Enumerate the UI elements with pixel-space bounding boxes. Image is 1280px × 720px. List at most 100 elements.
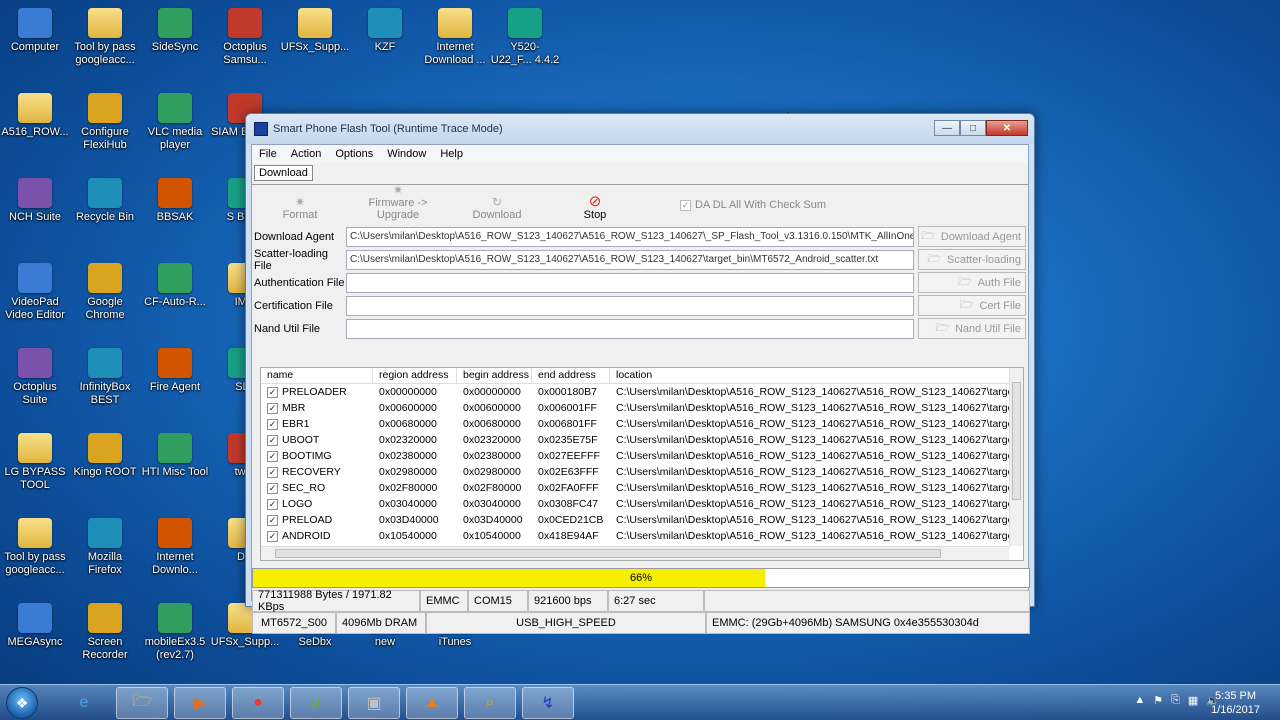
row-checkbox[interactable]: ✓ — [267, 386, 278, 398]
vertical-scrollbar[interactable] — [1009, 368, 1023, 546]
media-player-icon[interactable]: ▶ — [174, 687, 226, 719]
row-checkbox[interactable]: ✓ — [267, 466, 278, 478]
desktop-icon[interactable]: BBSAK — [140, 178, 210, 224]
desktop-icon[interactable]: LG BYPASS TOOL — [0, 433, 70, 492]
chrome-icon[interactable]: ● — [232, 687, 284, 719]
row-checkbox[interactable]: ✓ — [267, 482, 278, 494]
table-row[interactable]: ✓ RECOVERY 0x02980000 0x02980000 0x02E63FFF C… — [261, 464, 1023, 480]
table-row[interactable]: ✓ LOGO 0x03040000 0x03040000 0x0308FC47 C:\Us… — [261, 496, 1023, 512]
desktop-icon[interactable]: Recycle Bin — [70, 178, 140, 224]
file-path-field[interactable] — [346, 318, 914, 339]
tray-arrow-icon[interactable]: ▲ — [1134, 694, 1145, 707]
desktop-icon[interactable]: Internet Downlo... — [140, 518, 210, 577]
desktop-icon[interactable]: NCH Suite — [0, 178, 70, 224]
column-header[interactable]: location — [610, 368, 1010, 383]
desktop-icon[interactable]: VideoPad Video Editor — [0, 263, 70, 322]
desktop-icon[interactable]: UFSx_Supp... — [280, 8, 350, 54]
row-checkbox[interactable]: ✓ — [267, 514, 278, 526]
utorrent-icon[interactable]: µ — [290, 687, 342, 719]
column-header[interactable]: name — [261, 368, 373, 383]
desktop-icon[interactable]: CF-Auto-R... — [140, 263, 210, 309]
table-row[interactable]: ✓ UBOOT 0x02320000 0x02320000 0x0235E75F C:\U… — [261, 432, 1023, 448]
desktop-icon[interactable]: Internet Download ... — [420, 8, 490, 67]
desktop-icon[interactable]: SideSync — [140, 8, 210, 54]
desktop-icon[interactable]: Fire Agent — [140, 348, 210, 394]
row-checkbox[interactable]: ✓ — [267, 450, 278, 462]
desktop-icon[interactable]: MEGAsync — [0, 603, 70, 649]
maximize-button[interactable]: □ — [960, 120, 986, 136]
file-browse-button[interactable]: 🗁 Download Agent — [918, 226, 1026, 247]
download-button[interactable]: ↻ Download — [448, 195, 546, 221]
file-label: Authentication File — [254, 276, 345, 289]
file-path-field[interactable]: C:\Users\milan\Desktop\A516_ROW_S123_140… — [346, 249, 914, 270]
desktop-icon[interactable]: Kingo ROOT — [70, 433, 140, 479]
vlc-icon[interactable]: ▲ — [406, 687, 458, 719]
desktop-icon[interactable]: mobileEx3.5 (rev2.7) — [140, 603, 210, 662]
internet-explorer-icon[interactable]: e — [58, 687, 110, 719]
row-checkbox[interactable]: ✓ — [267, 418, 278, 430]
file-path-field[interactable] — [346, 272, 914, 293]
row-checkbox[interactable]: ✓ — [267, 498, 278, 510]
menu-item-options[interactable]: Options — [328, 148, 380, 160]
clock[interactable]: 5:35 PM 1/16/2017 — [1211, 689, 1260, 717]
desktop-icon[interactable]: Computer — [0, 8, 70, 54]
desktop-icon[interactable]: A516_ROW... — [0, 93, 70, 139]
horizontal-scrollbar[interactable] — [261, 546, 1009, 560]
table-cell: 0x027EEFFF — [538, 450, 600, 462]
desktop-icon[interactable]: Tool by pass googleacc... — [0, 518, 70, 577]
minimize-button[interactable]: — — [934, 120, 960, 136]
file-browse-button[interactable]: 🗁 Nand Util File — [918, 318, 1026, 339]
file-explorer-icon[interactable]: 🗁 — [116, 687, 168, 719]
desktop-icon[interactable]: Screen Recorder — [70, 603, 140, 662]
file-path-field[interactable]: C:\Users\milan\Desktop\A516_ROW_S123_140… — [346, 226, 914, 247]
stop-button[interactable]: ⊘ Stop — [546, 194, 644, 221]
table-row[interactable]: ✓ PRELOADER 0x00000000 0x00000000 0x000180B7… — [261, 384, 1023, 400]
table-row[interactable]: ✓ SEC_RO 0x02F80000 0x02F80000 0x02FA0FFF C:\… — [261, 480, 1023, 496]
tray-flag-icon[interactable]: ⚑ — [1153, 694, 1163, 707]
desktop-icon[interactable]: Octoplus Samsu... — [210, 8, 280, 67]
column-header[interactable]: region address — [373, 368, 457, 383]
row-checkbox[interactable]: ✓ — [267, 530, 278, 542]
row-checkbox[interactable]: ✓ — [267, 402, 278, 414]
column-header[interactable]: begin address — [457, 368, 532, 383]
screen-recorder-icon[interactable]: ▣ — [348, 687, 400, 719]
menu-item-window[interactable]: Window — [380, 148, 433, 160]
tray-usb-icon[interactable]: ⎘ — [1171, 694, 1180, 707]
desktop-icon[interactable]: Google Chrome — [70, 263, 140, 322]
close-button[interactable]: ✕ — [986, 120, 1028, 136]
file-browse-button[interactable]: 🗁 Auth File — [918, 272, 1026, 293]
tab-download[interactable]: Download — [254, 165, 313, 181]
menu-item-action[interactable]: Action — [284, 148, 329, 160]
file-browse-button[interactable]: 🗁 Cert File — [918, 295, 1026, 316]
desktop-icon[interactable]: HTI Misc Tool — [140, 433, 210, 479]
table-row[interactable]: ✓ BOOTIMG 0x02380000 0x02380000 0x027EEFFF C:… — [261, 448, 1023, 464]
column-header[interactable]: end address — [532, 368, 610, 383]
table-row[interactable]: ✓ MBR 0x00600000 0x00600000 0x006001FF C:\Use… — [261, 400, 1023, 416]
format-button[interactable]: ✷ Format — [252, 195, 348, 221]
desktop-icon[interactable]: Tool by pass googleacc... — [70, 8, 140, 67]
desktop-icon[interactable]: Y520-U22_F... 4.4.2 — [490, 8, 560, 67]
desktop-icon[interactable]: Mozilla Firefox — [70, 518, 140, 577]
desktop-icon[interactable]: KZF — [350, 8, 420, 54]
menu-item-file[interactable]: File — [252, 148, 284, 160]
partition-table[interactable]: name region address begin address end addre… — [260, 367, 1024, 561]
row-checkbox[interactable]: ✓ — [267, 434, 278, 446]
table-row[interactable]: ✓ EBR1 0x00680000 0x00680000 0x006801FF C:\Us… — [261, 416, 1023, 432]
tray-network-icon[interactable]: ▦ — [1188, 694, 1198, 707]
desktop-icon[interactable]: InfinityBox BEST — [70, 348, 140, 407]
desktop-icon[interactable]: Configure FlexiHub — [70, 93, 140, 152]
desktop-icon[interactable]: Octoplus Suite — [0, 348, 70, 407]
start-button[interactable]: ❖ — [6, 687, 38, 719]
file-browse-button[interactable]: 🗁 Scatter-loading — [918, 249, 1026, 270]
da-dl-all-checkbox[interactable]: ✓ DA DL All With Check Sum — [680, 199, 826, 211]
table-row[interactable]: ✓ PRELOAD 0x03D40000 0x03D40000 0x0CED21CB C:… — [261, 512, 1023, 528]
table-row[interactable]: ✓ ANDROID 0x10540000 0x10540000 0x418E94AF C:… — [261, 528, 1023, 544]
firmware-upgrade-button[interactable]: ✷ Firmware -> Upgrade — [348, 183, 448, 221]
desktop-icon[interactable]: VLC media player — [140, 93, 210, 152]
file-path-field[interactable] — [346, 295, 914, 316]
flash-tool-icon[interactable]: ↯ — [522, 687, 574, 719]
flash-tool-window[interactable]: Smart Phone Flash Tool (Runtime Trace Mo… — [245, 113, 1035, 634]
title-bar[interactable]: Smart Phone Flash Tool (Runtime Trace Mo… — [246, 114, 1034, 144]
search-tool-icon[interactable]: ⌕ — [464, 687, 516, 719]
menu-item-help[interactable]: Help — [433, 148, 470, 160]
